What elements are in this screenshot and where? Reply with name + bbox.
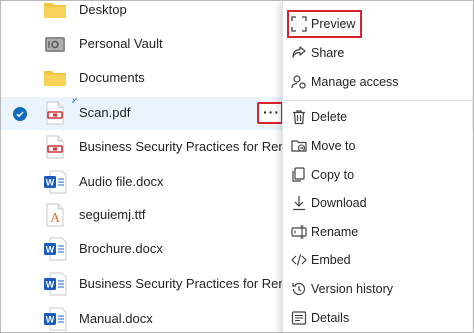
move-to-icon bbox=[291, 140, 307, 152]
file-name: Documents bbox=[79, 70, 145, 85]
menu-item-rename[interactable]: Rename bbox=[283, 218, 473, 246]
more-options-button[interactable]: ··· bbox=[257, 102, 283, 124]
selected-check-icon[interactable] bbox=[13, 107, 27, 121]
context-menu: Preview Share Manage access Delete Move … bbox=[282, 1, 473, 332]
share-icon bbox=[292, 46, 306, 58]
file-name: Brochure.docx bbox=[79, 241, 163, 256]
file-browser: Desktop Personal Vault Documents Scan.pd… bbox=[0, 0, 474, 333]
menu-item-copy-to[interactable]: Copy to bbox=[283, 161, 473, 189]
folder-icon bbox=[44, 71, 66, 86]
word-file-icon: W bbox=[44, 272, 67, 296]
menu-item-download[interactable]: Download bbox=[283, 189, 473, 217]
folder-icon bbox=[44, 3, 66, 18]
pdf-file-icon bbox=[46, 135, 64, 159]
word-file-icon: W bbox=[44, 307, 67, 331]
vault-icon bbox=[45, 37, 65, 52]
svg-text:W: W bbox=[46, 178, 55, 188]
menu-item-move-to[interactable]: Move to bbox=[283, 132, 473, 160]
svg-text:W: W bbox=[46, 315, 55, 325]
menu-item-manage-access[interactable]: Manage access bbox=[283, 68, 473, 96]
svg-text:A: A bbox=[50, 211, 61, 226]
embed-icon bbox=[291, 254, 307, 266]
menu-item-version-history[interactable]: Version history bbox=[283, 275, 473, 303]
pdf-file-icon bbox=[46, 101, 64, 125]
font-file-icon: A bbox=[46, 203, 64, 227]
file-name: seguiemj.ttf bbox=[79, 207, 146, 222]
file-name: Business Security Practices for Remote W… bbox=[79, 276, 289, 291]
file-name: Personal Vault bbox=[79, 36, 163, 51]
menu-item-delete[interactable]: Delete bbox=[283, 103, 473, 131]
file-name: Manual.docx bbox=[79, 311, 153, 326]
new-file-sparkle-icon bbox=[72, 98, 77, 103]
menu-item-share[interactable]: Share bbox=[283, 39, 473, 67]
file-name: Business Security Practices for Remote W… bbox=[79, 139, 289, 154]
file-name: Desktop bbox=[79, 2, 127, 17]
menu-separator bbox=[283, 100, 473, 101]
copy-to-icon bbox=[292, 167, 305, 182]
menu-item-preview[interactable]: Preview bbox=[283, 10, 473, 38]
word-file-icon: W bbox=[44, 170, 67, 194]
details-icon bbox=[291, 311, 307, 325]
download-icon bbox=[293, 196, 305, 211]
manage-access-icon bbox=[291, 75, 306, 89]
svg-text:W: W bbox=[46, 245, 55, 255]
delete-icon bbox=[293, 110, 305, 125]
file-name: Audio file.docx bbox=[79, 174, 164, 189]
svg-text:W: W bbox=[46, 280, 55, 290]
version-history-icon bbox=[292, 282, 306, 296]
preview-icon bbox=[291, 16, 307, 32]
rename-icon bbox=[291, 225, 307, 239]
menu-item-details[interactable]: Details bbox=[283, 304, 473, 332]
menu-item-embed[interactable]: Embed bbox=[283, 246, 473, 274]
file-name: Scan.pdf bbox=[79, 105, 131, 120]
word-file-icon: W bbox=[44, 237, 67, 261]
